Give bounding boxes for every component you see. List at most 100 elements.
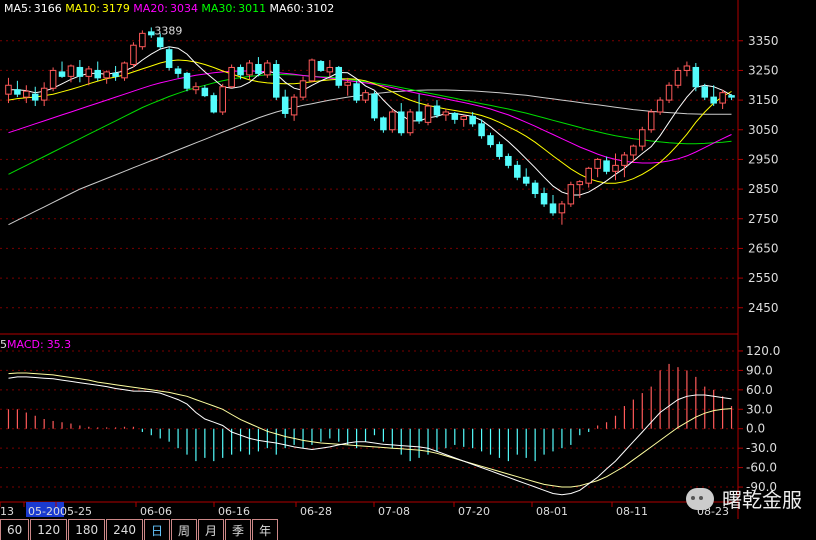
candle-down (469, 115, 476, 125)
date-label: 06-28 (300, 505, 332, 518)
candle-down (237, 66, 244, 76)
macd-panel (7, 363, 733, 496)
ma-legend-item: MA10: 3179 (65, 2, 130, 15)
ma5-line (8, 46, 732, 196)
period-tab[interactable]: 240 (106, 519, 143, 540)
candle-down (531, 182, 539, 195)
candle-up (612, 164, 619, 172)
macd-tick-label: 0.0 (746, 422, 765, 436)
candle-up (219, 86, 226, 113)
candlesticks[interactable] (5, 27, 735, 225)
macd-tick-label: -30.0 (746, 441, 777, 455)
kline-chart[interactable]: 3350 3250 3150 3050 2950 2850 2750 2650 2550 2450… (0, 0, 816, 540)
candle-up (121, 62, 128, 79)
date-label: 13 (0, 505, 14, 518)
period-tab[interactable]: 120 (30, 519, 68, 540)
period-tab[interactable]: 月 (198, 519, 225, 540)
date-label: 08-01 (536, 505, 568, 518)
candle-up (630, 145, 637, 156)
candle-down (496, 144, 503, 157)
candle-up (85, 68, 93, 77)
candle-down (281, 96, 289, 114)
candle-down (58, 71, 66, 77)
period-tab[interactable]: 季 (225, 519, 252, 540)
candle-down (522, 176, 530, 184)
candle-up (406, 111, 414, 134)
period-tab[interactable]: 周 (171, 519, 198, 540)
ma20-line (8, 70, 732, 164)
candle-down (201, 87, 209, 97)
candle-down (94, 69, 101, 79)
candle-down (397, 111, 405, 134)
candle-down (692, 66, 700, 88)
candle-down (540, 193, 548, 205)
candle-up (719, 92, 726, 104)
candle-up (5, 84, 12, 95)
period-tab[interactable]: 60 (0, 519, 30, 540)
candle-up (674, 69, 682, 86)
price-tick-label: 2550 (748, 271, 779, 285)
candle-down (174, 68, 182, 74)
macd-legend-text: 5MACD: 35.3 (0, 338, 71, 351)
price-grid (0, 40, 738, 488)
price-tick-label: 3050 (748, 123, 779, 137)
candle-up (23, 90, 30, 98)
price-tick-label: 3250 (748, 63, 779, 77)
price-tick-label: 3350 (748, 34, 779, 48)
candle-up (228, 66, 235, 88)
candle-down (156, 37, 164, 48)
candle-up (576, 181, 584, 186)
date-label: 06-06 (140, 505, 172, 518)
candle-up (130, 44, 137, 65)
macd-tick-label: 90.0 (746, 363, 773, 377)
date-label: 05-20 (28, 505, 60, 518)
candle-down (549, 203, 557, 214)
wechat-icon (686, 487, 714, 510)
ma-legend-item: MA30: 3011 (201, 2, 266, 15)
period-tab[interactable]: 日 (144, 519, 171, 540)
macd-tick-label: 60.0 (746, 383, 773, 397)
price-tick-label: 3150 (748, 93, 779, 107)
candle-up (299, 80, 307, 98)
candle-down (14, 89, 21, 95)
date-label: 07-20 (458, 505, 490, 518)
period-tab[interactable]: 年 (252, 519, 279, 540)
candle-up (103, 71, 110, 79)
candle-up (308, 59, 316, 82)
candle-up (264, 62, 271, 76)
date-axis: 13 05-20 05-25 06-06 06-16 06-28 07-08 07-20 08-… (0, 502, 729, 518)
candle-up (567, 184, 575, 205)
date-label: 06-16 (218, 505, 250, 518)
candle-down (148, 31, 155, 36)
candle-down (76, 66, 84, 77)
candle-up (656, 99, 664, 113)
candle-up (558, 203, 566, 214)
watermark: 曙乾金服 (686, 484, 802, 513)
candle-up (40, 87, 48, 101)
price-tick-label: 2950 (748, 152, 779, 166)
ma-legend-item: MA5: 3166 (4, 2, 62, 15)
candle-down (317, 61, 325, 71)
candle-down (31, 93, 39, 101)
candle-up (585, 167, 592, 184)
candle-up (344, 81, 351, 86)
candle-down (415, 111, 423, 122)
period-tab[interactable]: 180 (68, 519, 106, 540)
candle-down (603, 160, 610, 172)
candle-down (380, 117, 387, 131)
peak-price-label: 3389 (154, 24, 182, 37)
macd-tick-label: -60.0 (746, 461, 777, 475)
candle-up (424, 105, 432, 123)
dea-line (8, 372, 732, 488)
candle-down (112, 72, 119, 77)
candle-up (192, 86, 200, 91)
price-tick-label: 2750 (748, 212, 779, 226)
candle-up (594, 158, 601, 169)
macd-tick-label: 120.0 (746, 344, 780, 358)
candle-up (326, 66, 334, 73)
candle-up (290, 96, 298, 116)
macd-tick-label: 30.0 (746, 402, 773, 416)
candle-up (246, 62, 253, 76)
watermark-text: 曙乾金服 (722, 488, 802, 512)
candle-down (183, 72, 191, 89)
